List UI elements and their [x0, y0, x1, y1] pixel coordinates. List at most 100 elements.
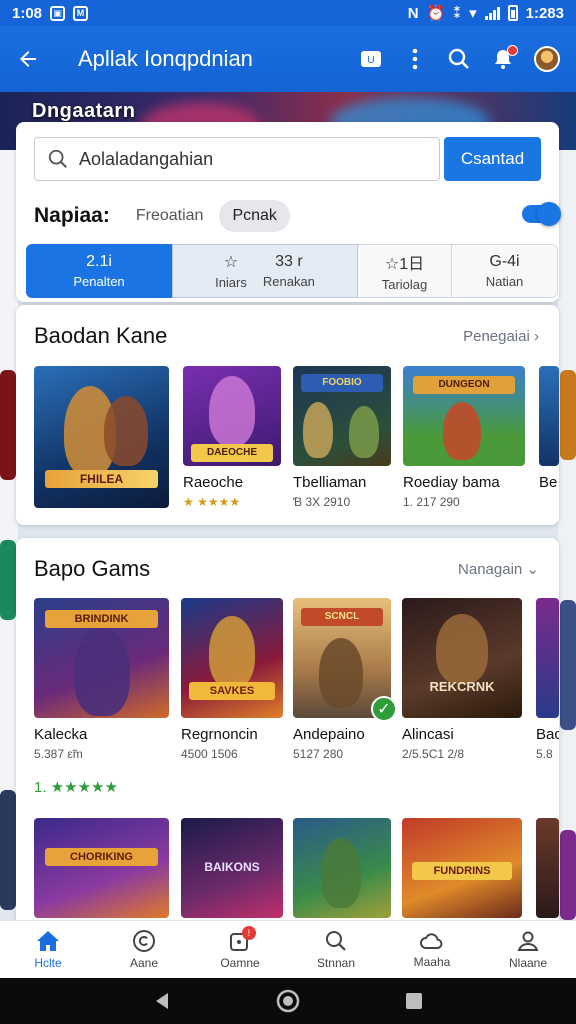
game-tile[interactable]: DUNGEON Roediay bama 1. 217 290: [403, 366, 525, 509]
home-circle-icon[interactable]: [276, 989, 300, 1013]
back-triangle-icon[interactable]: [152, 991, 172, 1011]
app-notification-icon: M: [73, 5, 89, 21]
bottom-navigation: Hclte Aane ! Oamne Stnnan Maaha Nlaane: [0, 920, 576, 978]
segment-label: Tariolag: [381, 277, 428, 292]
chevron-down-icon: ⌄: [526, 561, 539, 578]
game-art-title: FHILEA: [44, 470, 159, 488]
filter-label: Napiaa:: [34, 204, 110, 227]
game-tile[interactable]: SCNCL ✓ Andepaino 5127 280: [293, 598, 397, 761]
game-tile[interactable]: REKCRNK Alincasi 2/5.5C1 2/8: [402, 598, 522, 761]
peek-art: [0, 370, 16, 480]
cast-button[interactable]: U: [356, 44, 386, 74]
game-thumbnail: FOOBIO: [293, 366, 391, 466]
character-art: [104, 396, 148, 466]
game-tile[interactable]: [293, 818, 391, 918]
game-tile[interactable]: FOOBIO Tbelliaman Ɓ 3X 2910: [293, 366, 391, 509]
segment-3[interactable]: ☆1日 Tariolag: [358, 244, 452, 298]
nav-label: Aane: [129, 956, 159, 970]
alarm-icon: ⏰: [426, 5, 446, 22]
avatar-button[interactable]: [532, 44, 562, 74]
game-tile[interactable]: Be: [539, 366, 559, 491]
game-thumbnail: [539, 366, 559, 466]
game-name: Bac: [536, 726, 559, 743]
section-see-all-link[interactable]: Nanagain ⌄: [458, 560, 539, 578]
game-tile[interactable]: BRINDINK Kalecka 5.387 ε̃m: [34, 598, 169, 761]
peek-art: [0, 790, 16, 910]
nav-search[interactable]: Stnnan: [288, 921, 384, 978]
wifi-icon: ▾: [469, 5, 477, 22]
game-tile[interactable]: FUNDRINS: [402, 818, 522, 918]
game-name: Roediay bama: [403, 474, 500, 491]
recents-square-icon[interactable]: [404, 991, 424, 1011]
search-icon: [48, 149, 67, 168]
peek-art: [560, 370, 576, 460]
segment-2[interactable]: ☆ Iniars 33 r Renakan: [172, 244, 358, 298]
section-see-all-link[interactable]: Penegaiai ›: [463, 328, 539, 345]
game-tile[interactable]: [536, 818, 559, 918]
character-art: [321, 838, 361, 908]
game-art-title: SCNCL: [300, 608, 384, 626]
arrow-left-icon: [20, 51, 36, 67]
hero-title: Dngaatarn: [32, 100, 136, 122]
game-art-title: CHORIKING: [44, 848, 159, 866]
segment-label: Renakan: [262, 274, 315, 289]
game-tile[interactable]: SAVKES Regrnoncin 4500 1506: [181, 598, 283, 761]
game-meta: 5127 280: [293, 747, 344, 761]
filter-row: Napiaa: Freoatian Pcnak: [34, 200, 561, 232]
nfc-icon: N: [407, 4, 419, 22]
back-button[interactable]: [0, 26, 56, 92]
segment-value: ☆1日: [384, 256, 425, 273]
nav-item-2[interactable]: Aane: [96, 921, 192, 978]
game-art: [34, 818, 169, 918]
search-field[interactable]: [34, 137, 440, 181]
game-tile[interactable]: Bac 5.8: [536, 598, 559, 761]
game-rating: ★ ★★★★: [183, 495, 241, 509]
app-bar: Apllak Ionqpdnian U: [0, 26, 576, 92]
segment-label: Iniars: [215, 275, 247, 290]
more-button[interactable]: [400, 44, 430, 74]
system-navigation-bar: [0, 978, 576, 1024]
section-title: Bapo Gams: [34, 556, 151, 581]
game-thumbnail: CHORIKING: [34, 818, 169, 918]
nav-profile[interactable]: Nlaane: [480, 921, 576, 978]
signal-icon: [484, 6, 500, 20]
segment-1[interactable]: 2.1i Penalten: [26, 244, 172, 298]
nav-home[interactable]: Hclte: [0, 921, 96, 978]
character-art: [303, 402, 333, 458]
nav-label: Stnnan: [316, 956, 356, 970]
game-name: Andepaino: [293, 726, 365, 743]
filter-toggle[interactable]: [522, 202, 561, 226]
game-name: Raeoche: [183, 474, 244, 491]
see-all-label: Penegaiai: [463, 327, 530, 345]
character-art: [349, 406, 379, 458]
game-thumbnail: FHILEA: [34, 366, 169, 508]
filter-chip-1[interactable]: Freoatian: [134, 201, 206, 231]
search-button[interactable]: [444, 44, 474, 74]
character-art: [436, 614, 488, 684]
home-icon: [37, 931, 59, 951]
segment-4[interactable]: G-4i Natian: [452, 244, 558, 298]
segment-value: G-4i: [489, 253, 520, 270]
game-tile[interactable]: DAEOCHE Raeoche ★ ★★★★: [183, 366, 281, 509]
more-vert-icon: [412, 48, 418, 70]
game-thumbnail: [536, 598, 559, 718]
status-bar: 1:08 ▣ M N ⏰ ⁑ ▾ 1:283: [0, 0, 576, 26]
filter-chip-2[interactable]: Pcnak: [219, 200, 290, 232]
vibrate-icon: ⁑: [453, 5, 462, 22]
game-thumbnail: FUNDRINS: [402, 818, 522, 918]
search-submit-button[interactable]: Csantad: [444, 137, 541, 181]
game-thumbnail: REKCRNK: [402, 598, 522, 718]
game-art-title: BAIKONS: [204, 860, 260, 874]
copyright-icon: [133, 930, 155, 952]
game-tile[interactable]: FHILEA: [34, 366, 169, 508]
game-tile[interactable]: CHORIKING: [34, 818, 169, 918]
character-art: [209, 376, 255, 446]
search-input[interactable]: [79, 148, 419, 170]
nav-item-3[interactable]: ! Oamne: [192, 921, 288, 978]
game-meta: Ɓ 3X 2910: [293, 495, 351, 509]
nav-item-5[interactable]: Maaha: [384, 921, 480, 978]
status-right-time: 1:283: [525, 4, 564, 22]
see-all-label: Nanagain: [458, 561, 523, 578]
notifications-button[interactable]: [488, 44, 518, 74]
game-tile[interactable]: BAIKONS: [181, 818, 283, 918]
